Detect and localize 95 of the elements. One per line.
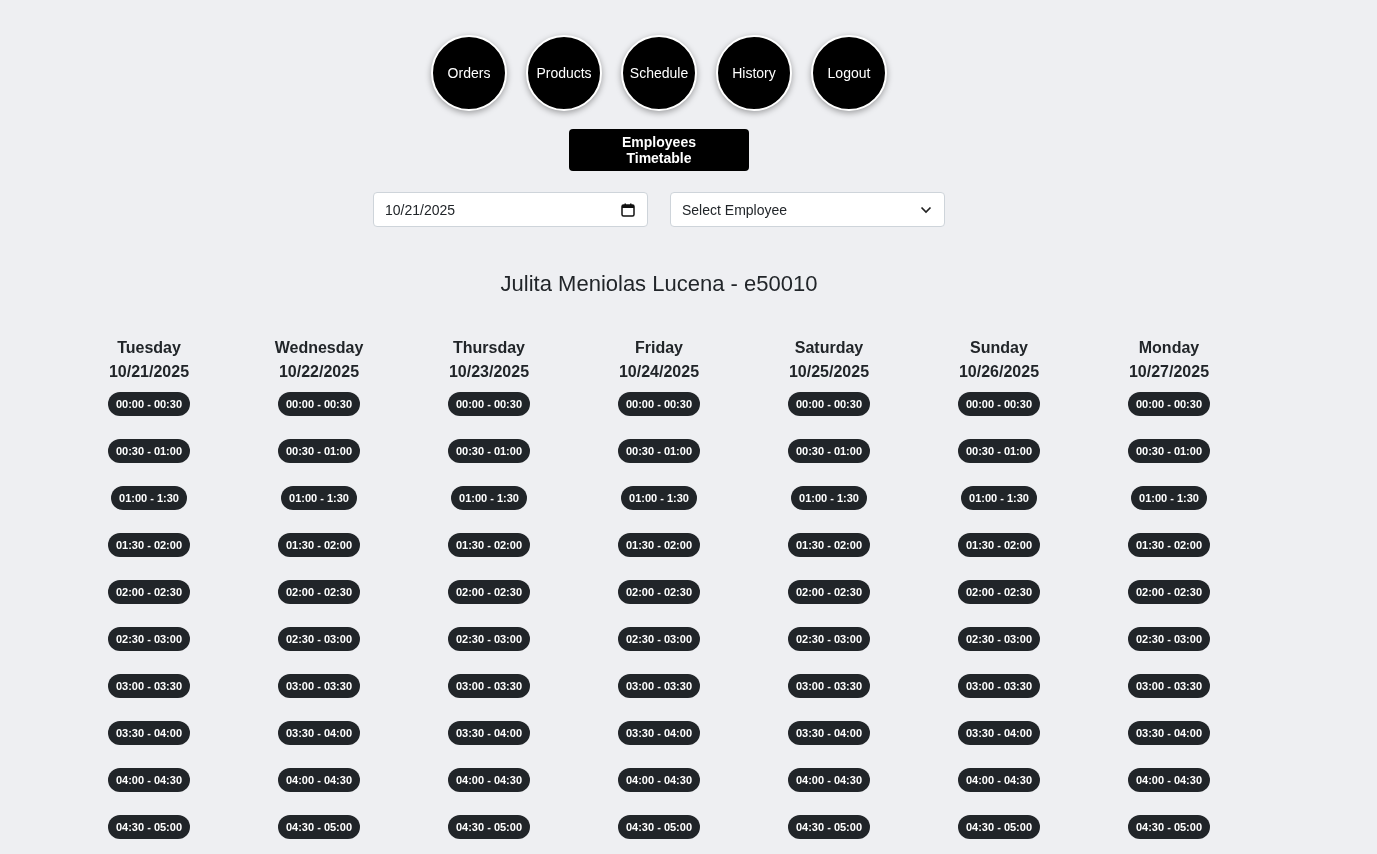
day-date: 10/23/2025 <box>448 362 530 382</box>
day-name: Thursday <box>453 338 525 358</box>
time-slot[interactable]: 04:30 - 05:00 <box>617 815 700 839</box>
time-slot[interactable]: 04:00 - 04:30 <box>617 768 700 792</box>
time-slot[interactable]: 00:00 - 00:30 <box>617 392 700 416</box>
time-slot[interactable]: 02:30 - 03:00 <box>957 627 1040 651</box>
time-slot[interactable]: 03:30 - 04:00 <box>447 721 530 745</box>
time-slot[interactable]: 03:00 - 03:30 <box>617 674 700 698</box>
time-slot[interactable]: 02:00 - 02:30 <box>107 580 190 604</box>
time-slot[interactable]: 00:00 - 00:30 <box>957 392 1040 416</box>
time-slot[interactable]: 00:30 - 01:00 <box>787 439 870 463</box>
time-slot[interactable]: 01:30 - 02:00 <box>957 533 1040 557</box>
time-slot[interactable]: 01:00 - 1:30 <box>281 486 357 510</box>
time-slot[interactable]: 00:00 - 00:30 <box>787 392 870 416</box>
day-name: Tuesday <box>117 338 181 358</box>
nav-button[interactable]: Orders <box>431 35 507 111</box>
time-slot[interactable]: 04:00 - 04:30 <box>277 768 360 792</box>
day-name: Sunday <box>970 338 1028 358</box>
time-slot[interactable]: 01:00 - 1:30 <box>1131 486 1207 510</box>
time-slot[interactable]: 03:00 - 03:30 <box>787 674 870 698</box>
time-slot[interactable]: 00:30 - 01:00 <box>277 439 360 463</box>
time-slot[interactable]: 02:30 - 03:00 <box>1127 627 1210 651</box>
day-name: Saturday <box>794 338 864 358</box>
time-slot[interactable]: 00:00 - 00:30 <box>277 392 360 416</box>
nav-button[interactable]: History <box>716 35 792 111</box>
time-slot[interactable]: 04:00 - 04:30 <box>107 768 190 792</box>
time-slot[interactable]: 02:00 - 02:30 <box>277 580 360 604</box>
employee-heading: Julita Meniolas Lucena - e50010 <box>500 271 818 297</box>
time-slot[interactable]: 01:30 - 02:00 <box>277 533 360 557</box>
time-slot[interactable]: 01:30 - 02:00 <box>787 533 870 557</box>
time-slot[interactable]: 01:00 - 1:30 <box>451 486 527 510</box>
time-slot[interactable]: 04:00 - 04:30 <box>787 768 870 792</box>
date-field[interactable]: 10/21/2025 <box>373 192 648 227</box>
time-slot[interactable]: 04:30 - 05:00 <box>447 815 530 839</box>
day-date: 10/27/2025 <box>1128 362 1210 382</box>
time-slot[interactable]: 00:30 - 01:00 <box>107 439 190 463</box>
chevron-down-icon <box>920 205 932 214</box>
time-slot[interactable]: 00:30 - 01:00 <box>1127 439 1210 463</box>
time-slot[interactable]: 00:30 - 01:00 <box>957 439 1040 463</box>
time-slot[interactable]: 03:30 - 04:00 <box>957 721 1040 745</box>
time-slot[interactable]: 01:00 - 1:30 <box>961 486 1037 510</box>
time-slot[interactable]: 00:00 - 00:30 <box>107 392 190 416</box>
time-slot[interactable]: 03:00 - 03:30 <box>447 674 530 698</box>
time-slot[interactable]: 03:30 - 04:00 <box>1127 721 1210 745</box>
time-slot[interactable]: 03:00 - 03:30 <box>277 674 360 698</box>
time-slot[interactable]: 03:30 - 04:00 <box>277 721 360 745</box>
time-slot[interactable]: 00:00 - 00:30 <box>447 392 530 416</box>
time-slot[interactable]: 01:30 - 02:00 <box>447 533 530 557</box>
time-slot[interactable]: 02:00 - 02:30 <box>957 580 1040 604</box>
time-slot[interactable]: 04:00 - 04:30 <box>1127 768 1210 792</box>
time-slot[interactable]: 04:30 - 05:00 <box>957 815 1040 839</box>
time-slot[interactable]: 02:00 - 02:30 <box>447 580 530 604</box>
time-slot[interactable]: 02:00 - 02:30 <box>1127 580 1210 604</box>
nav-button[interactable]: Logout <box>811 35 887 111</box>
page-title: Employees Timetable <box>569 129 749 171</box>
time-slot[interactable]: 04:30 - 05:00 <box>787 815 870 839</box>
employee-select[interactable]: Select Employee <box>670 192 945 227</box>
day-date: 10/25/2025 <box>788 362 870 382</box>
time-slot[interactable]: 01:30 - 02:00 <box>617 533 700 557</box>
time-slot[interactable]: 01:00 - 1:30 <box>621 486 697 510</box>
time-slot[interactable]: 03:30 - 04:00 <box>107 721 190 745</box>
time-slot[interactable]: 02:00 - 02:30 <box>787 580 870 604</box>
time-slot[interactable]: 01:30 - 02:00 <box>107 533 190 557</box>
time-slot[interactable]: 04:30 - 05:00 <box>277 815 360 839</box>
time-slot[interactable]: 01:30 - 02:00 <box>1127 533 1210 557</box>
time-slot[interactable]: 04:30 - 05:00 <box>107 815 190 839</box>
day-date: 10/22/2025 <box>278 362 360 382</box>
time-slot[interactable]: 00:30 - 01:00 <box>447 439 530 463</box>
time-slot[interactable]: 02:00 - 02:30 <box>617 580 700 604</box>
time-slot[interactable]: 02:30 - 03:00 <box>787 627 870 651</box>
time-slot[interactable]: 04:00 - 04:30 <box>447 768 530 792</box>
time-slot[interactable]: 01:00 - 1:30 <box>791 486 867 510</box>
time-slot[interactable]: 03:30 - 04:00 <box>617 721 700 745</box>
time-slot[interactable]: 03:00 - 03:30 <box>957 674 1040 698</box>
day-name: Wednesday <box>274 338 364 358</box>
time-slot[interactable]: 02:30 - 03:00 <box>277 627 360 651</box>
calendar-icon[interactable] <box>621 202 635 217</box>
day-name: Friday <box>635 338 683 358</box>
nav-button[interactable]: Schedule <box>621 35 697 111</box>
time-slot[interactable]: 03:30 - 04:00 <box>787 721 870 745</box>
time-slot[interactable]: 02:30 - 03:00 <box>107 627 190 651</box>
time-slot[interactable]: 02:30 - 03:00 <box>617 627 700 651</box>
time-slot[interactable]: 04:30 - 05:00 <box>1127 815 1210 839</box>
time-slot[interactable]: 00:30 - 01:00 <box>617 439 700 463</box>
time-slot[interactable]: 00:00 - 00:30 <box>1127 392 1210 416</box>
time-slot[interactable]: 02:30 - 03:00 <box>447 627 530 651</box>
day-date: 10/21/2025 <box>108 362 190 382</box>
time-slot[interactable]: 03:00 - 03:30 <box>1127 674 1210 698</box>
time-slot[interactable]: 04:00 - 04:30 <box>957 768 1040 792</box>
time-slot[interactable]: 03:00 - 03:30 <box>107 674 190 698</box>
nav-button[interactable]: Products <box>526 35 602 111</box>
day-name: Monday <box>1138 338 1200 358</box>
day-date: 10/24/2025 <box>618 362 700 382</box>
time-slot[interactable]: 01:00 - 1:30 <box>111 486 187 510</box>
day-date: 10/26/2025 <box>958 362 1040 382</box>
